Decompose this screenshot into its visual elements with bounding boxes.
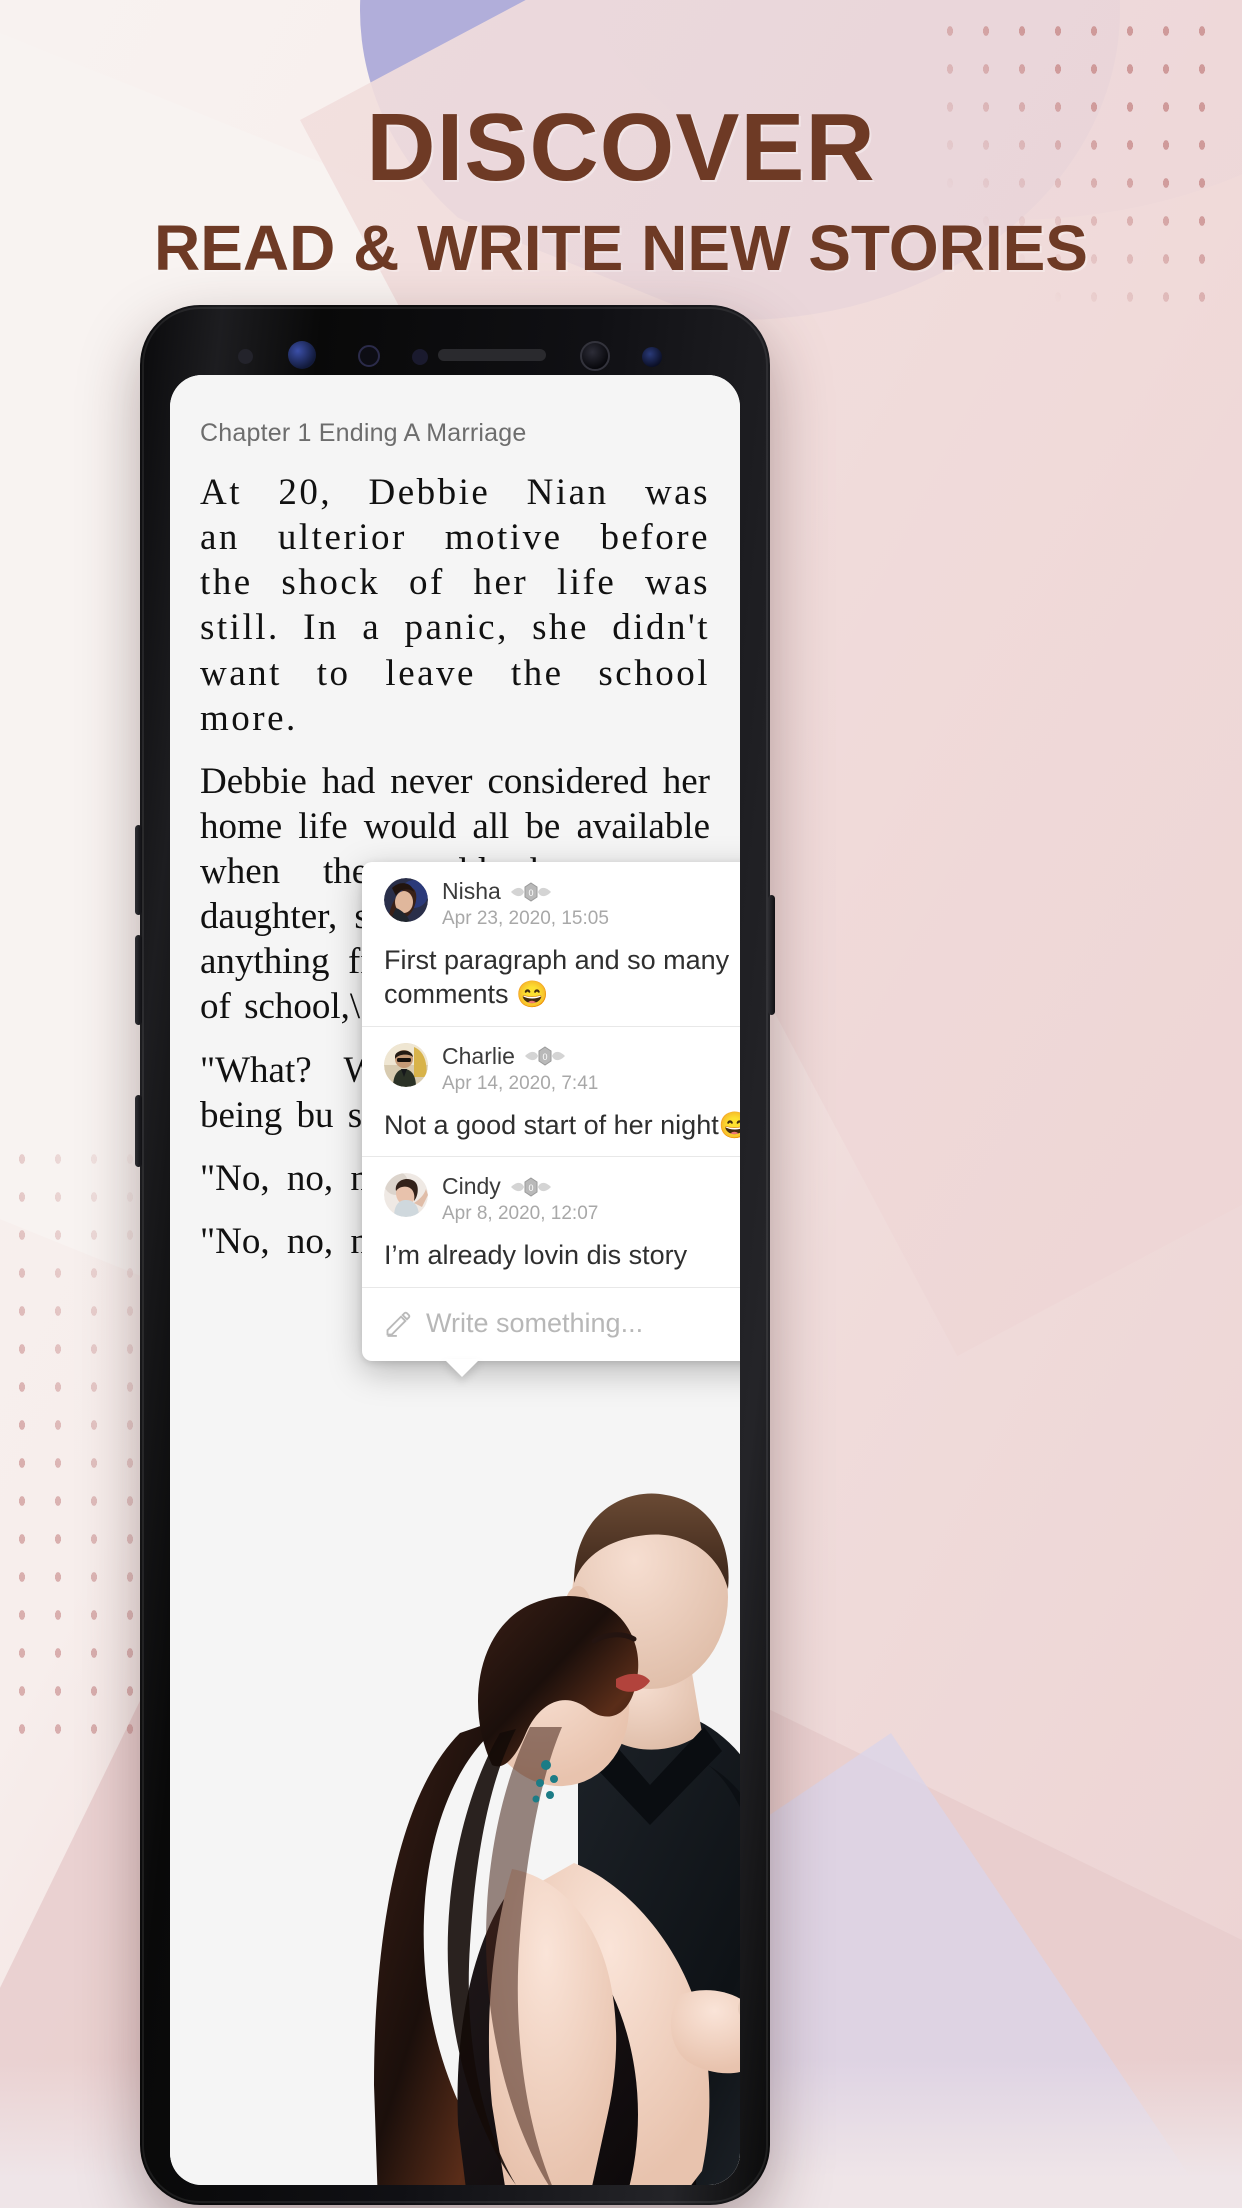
comment-author[interactable]: Nisha (442, 878, 501, 905)
comment-text: First paragraph and so many comments 😄 (384, 944, 740, 1012)
volume-up-button[interactable] (135, 825, 142, 915)
comment-meta: Charlie 0 Apr 14, 2020, 7:41 (442, 1043, 740, 1095)
svg-text:0: 0 (542, 1052, 547, 1062)
promo-subtitle: READ & WRITE NEW STORIES (154, 212, 1088, 284)
assistant-button[interactable] (135, 1095, 142, 1167)
avatar-image-charlie (384, 1042, 428, 1087)
phone-mockup: Chapter 1 Ending A Marriage At 20, Debbi… (135, 305, 775, 2205)
wing-badge-icon: 0 (510, 881, 552, 903)
svg-text:0: 0 (528, 1183, 533, 1193)
earpiece-speaker (438, 349, 546, 361)
avatar[interactable] (384, 878, 428, 922)
avatar-image-cindy (384, 1173, 428, 1218)
comment-emoji: 😅 (718, 1109, 740, 1140)
comment-meta: Nisha 0 Apr 23, 2020, 15:05 (442, 878, 740, 930)
front-camera-icon (580, 341, 610, 371)
comments-popup[interactable]: Nisha 0 Apr 23, 2020, 15:05 First paragr… (362, 862, 740, 1377)
comment-name-line: Charlie 0 (442, 1043, 740, 1070)
avatar-image-nisha (384, 878, 428, 922)
secondary-camera-icon (642, 347, 662, 367)
comment-date: Apr 8, 2020, 12:07 (442, 1203, 599, 1225)
comment-date: Apr 23, 2020, 15:05 (442, 908, 609, 929)
chapter-title: Chapter 1 Ending A Marriage (200, 419, 527, 447)
svg-text:0: 0 (528, 888, 533, 898)
comment-body: I’m already lovin dis story (384, 1240, 688, 1271)
wing-badge-icon: 0 (510, 1176, 552, 1198)
book-paragraph[interactable]: At 20, Debbie Nian was an ulterior motiv… (200, 470, 710, 741)
phone-screen: Chapter 1 Ending A Marriage At 20, Debbi… (170, 375, 740, 2185)
comment-name-line: Cindy 0 (442, 1173, 740, 1200)
promo-heading-group: DISCOVER READ & WRITE NEW STORIES (0, 94, 1242, 284)
comment-date: Apr 14, 2020, 7:41 (442, 1072, 599, 1094)
comment-emoji: 😄 (516, 978, 549, 1009)
avatar[interactable] (384, 1173, 428, 1218)
led-indicator-icon (412, 349, 428, 365)
comment-text: Not a good start of her night😅 (384, 1109, 740, 1143)
comment-composer[interactable]: Write something... (362, 1288, 740, 1361)
promo-title: DISCOVER (366, 94, 876, 201)
comment-author[interactable]: Charlie (442, 1043, 515, 1070)
comment-item[interactable]: Cindy 0 Apr 8, 2020, 12:07 I’m already l… (362, 1157, 740, 1288)
comment-header: Nisha 0 Apr 23, 2020, 15:05 (384, 878, 740, 930)
comment-item[interactable]: Charlie 0 Apr 14, 2020, 7:41 Not a good … (362, 1027, 740, 1158)
volume-down-button[interactable] (135, 935, 142, 1025)
wing-badge-icon: 0 (524, 1045, 566, 1067)
comment-header: Charlie 0 Apr 14, 2020, 7:41 (384, 1042, 740, 1095)
light-sensor-icon (358, 345, 380, 367)
avatar[interactable] (384, 1042, 428, 1087)
proximity-sensor-icon (238, 349, 253, 364)
comment-body: Not a good start of her night (384, 1109, 719, 1140)
comment-meta: Cindy 0 Apr 8, 2020, 12:07 (442, 1173, 740, 1225)
comment-author[interactable]: Cindy (442, 1173, 501, 1200)
comment-name-line: Nisha 0 (442, 878, 740, 905)
iris-scanner-icon (288, 341, 316, 369)
power-button[interactable] (768, 895, 775, 1015)
comment-text: I’m already lovin dis story (384, 1239, 740, 1273)
comment-input-placeholder[interactable]: Write something... (426, 1308, 643, 1339)
comment-item[interactable]: Nisha 0 Apr 23, 2020, 15:05 First paragr… (362, 862, 740, 1027)
popup-pointer-tail (444, 1359, 480, 1377)
pencil-icon (386, 1311, 411, 1337)
comment-body: First paragraph and so many comments (384, 945, 730, 1009)
comment-header: Cindy 0 Apr 8, 2020, 12:07 (384, 1173, 740, 1225)
